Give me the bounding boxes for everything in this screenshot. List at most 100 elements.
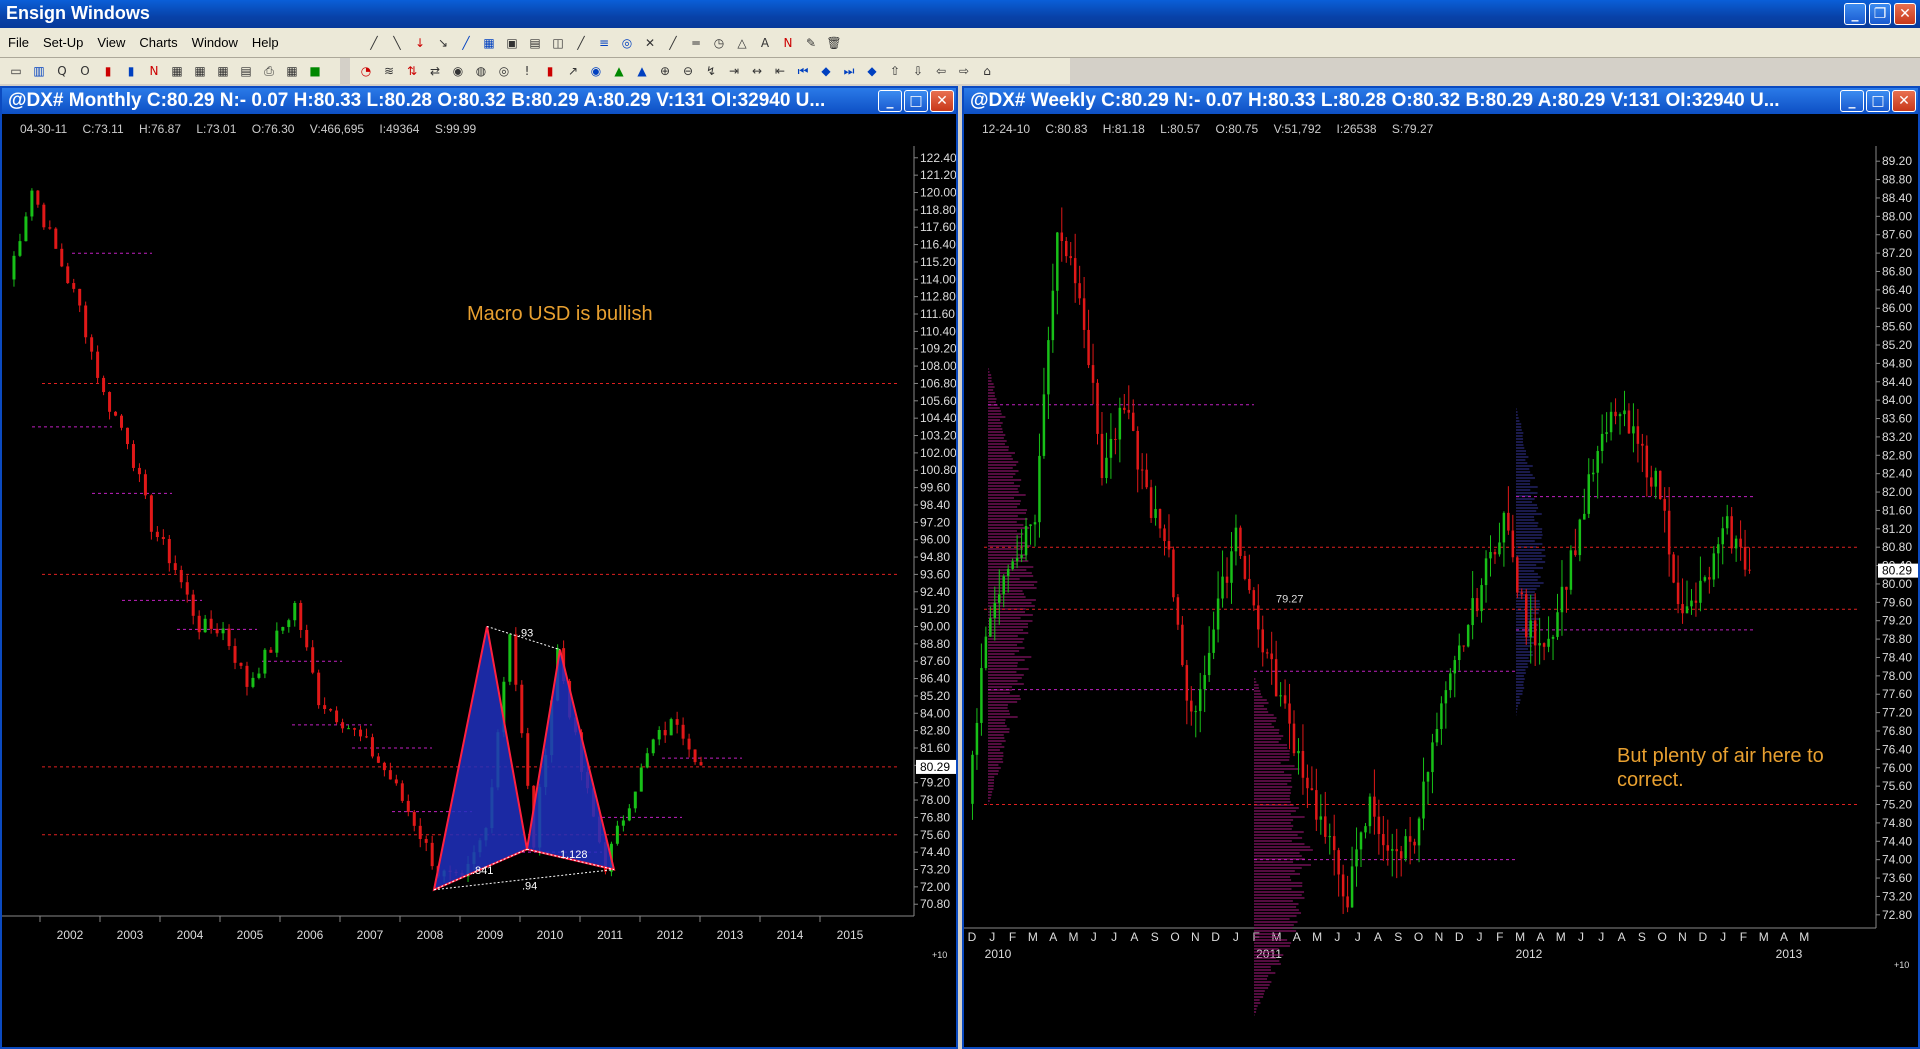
candle-body xyxy=(1694,600,1698,603)
chart-tool-0-icon[interactable]: ▭ xyxy=(6,61,26,81)
menu-file[interactable]: File xyxy=(8,35,29,50)
study-tool-25-icon[interactable]: ⇦ xyxy=(931,61,951,81)
study-tool-7-icon[interactable]: ! xyxy=(517,61,537,81)
chart-minimize-button[interactable]: _ xyxy=(878,90,902,112)
candle-body xyxy=(66,266,70,284)
menu-window[interactable]: Window xyxy=(192,35,238,50)
study-tool-6-icon[interactable]: ◎ xyxy=(494,61,514,81)
study-tool-8-icon[interactable]: ▮ xyxy=(540,61,560,81)
chart-maximize-button[interactable]: □ xyxy=(1866,90,1890,112)
chart-minimize-button[interactable]: _ xyxy=(1840,90,1864,112)
chart-tool-9-icon[interactable]: ▦ xyxy=(213,61,233,81)
draw-tool-19-icon[interactable]: ✎ xyxy=(801,33,821,53)
draw-tool-14-icon[interactable]: ═ xyxy=(686,33,706,53)
month-label: S xyxy=(1394,930,1402,944)
study-tool-16-icon[interactable]: ⇥ xyxy=(724,61,744,81)
chart-tool-11-icon[interactable]: ⎙ xyxy=(259,61,279,81)
candle-body xyxy=(1337,850,1340,875)
restore-button[interactable]: ❐ xyxy=(1869,3,1891,25)
draw-tool-15-icon[interactable]: ◷ xyxy=(709,33,729,53)
candle-body xyxy=(1257,605,1260,630)
chart-tool-5-icon[interactable]: ▮ xyxy=(121,61,141,81)
chart-tool-8-icon[interactable]: ▦ xyxy=(190,61,210,81)
draw-tool-17-icon[interactable]: A xyxy=(755,33,775,53)
draw-tool-16-icon[interactable]: △ xyxy=(732,33,752,53)
chart-tool-1-icon[interactable]: ▥ xyxy=(29,61,49,81)
y-tick-label: 109.20 xyxy=(920,342,956,356)
month-label: F xyxy=(1740,930,1747,944)
study-tool-1-icon[interactable]: ≋ xyxy=(379,61,399,81)
chart-tool-10-icon[interactable]: ▤ xyxy=(236,61,256,81)
draw-tool-8-icon[interactable]: ◫ xyxy=(548,33,568,53)
draw-tool-20-icon[interactable]: 🗑 xyxy=(824,33,844,53)
air-annotation-line-2: correct. xyxy=(1617,769,1684,791)
study-tool-27-icon[interactable]: ⌂ xyxy=(977,61,997,81)
study-tool-0-icon[interactable]: ◔ xyxy=(356,61,376,81)
study-tool-15-icon[interactable]: ↯ xyxy=(701,61,721,81)
chart-maximize-button[interactable]: □ xyxy=(904,90,928,112)
study-tool-20-icon[interactable]: ◆ xyxy=(816,61,836,81)
study-tool-22-icon[interactable]: ◆ xyxy=(862,61,882,81)
chart-tool-6-icon[interactable]: N xyxy=(144,61,164,81)
draw-tool-9-icon[interactable]: ╱ xyxy=(571,33,591,53)
draw-tool-12-icon[interactable]: ✕ xyxy=(640,33,660,53)
monthly-price-chart[interactable]: 122.40 121.20 120.00 118.80 117.60 116.40 115.… xyxy=(2,116,956,1046)
close-button[interactable]: ✕ xyxy=(1894,3,1916,25)
study-tool-18-icon[interactable]: ⇤ xyxy=(770,61,790,81)
menu-charts[interactable]: Charts xyxy=(139,35,177,50)
draw-tool-4-icon[interactable]: ╱ xyxy=(456,33,476,53)
draw-tool-1-icon[interactable]: ╲ xyxy=(387,33,407,53)
study-tool-3-icon[interactable]: ⇄ xyxy=(425,61,445,81)
menu-setup[interactable]: Set-Up xyxy=(43,35,83,50)
y-tick-label: 118.80 xyxy=(920,203,956,217)
minimize-button[interactable]: _ xyxy=(1844,3,1866,25)
study-tool-4-icon[interactable]: ◉ xyxy=(448,61,468,81)
month-label: A xyxy=(1618,930,1626,944)
study-tool-23-icon[interactable]: ⇧ xyxy=(885,61,905,81)
draw-tool-5-icon[interactable]: ▦ xyxy=(479,33,499,53)
draw-tool-10-icon[interactable]: ≡ xyxy=(594,33,614,53)
study-tool-14-icon[interactable]: ⊖ xyxy=(678,61,698,81)
candle-body xyxy=(1038,455,1041,523)
chart-close-button[interactable]: ✕ xyxy=(1892,90,1916,112)
monthly-chart-title[interactable]: @DX# Monthly C:80.29 N:- 0.07 H:80.33 L:… xyxy=(2,88,956,114)
candle-body xyxy=(1551,636,1555,639)
study-tool-13-icon[interactable]: ⊕ xyxy=(655,61,675,81)
chart-tool-13-icon[interactable]: ■ xyxy=(305,61,325,81)
study-tool-5-icon[interactable]: ◍ xyxy=(471,61,491,81)
weekly-price-chart[interactable]: 89.20 88.80 88.40 88.00 87.60 87.20 86.80 86.40… xyxy=(964,116,1918,1046)
menu-help[interactable]: Help xyxy=(252,35,279,50)
draw-tool-6-icon[interactable]: ▣ xyxy=(502,33,522,53)
candle-body xyxy=(1739,538,1742,547)
menu-view[interactable]: View xyxy=(97,35,125,50)
study-tool-2-icon[interactable]: ⇅ xyxy=(402,61,422,81)
study-tool-21-icon[interactable]: ⏭ xyxy=(839,61,859,81)
draw-tool-13-icon[interactable]: ╱ xyxy=(663,33,683,53)
chart-tool-7-icon[interactable]: ▦ xyxy=(167,61,187,81)
weekly-chart-title[interactable]: @DX# Weekly C:80.29 N:- 0.07 H:80.33 L:8… xyxy=(964,88,1918,114)
draw-tool-3-icon[interactable]: ↘ xyxy=(433,33,453,53)
weekly-chart-window[interactable]: @DX# Weekly C:80.29 N:- 0.07 H:80.33 L:8… xyxy=(962,86,1920,1049)
study-tool-24-icon[interactable]: ⇩ xyxy=(908,61,928,81)
title-bar[interactable]: Ensign Windows _ ❐ ✕ xyxy=(0,0,1920,28)
chart-close-button[interactable]: ✕ xyxy=(930,90,954,112)
candle-body xyxy=(1685,606,1689,614)
draw-tool-7-icon[interactable]: ▤ xyxy=(525,33,545,53)
draw-tool-11-icon[interactable]: ◎ xyxy=(617,33,637,53)
candle-body xyxy=(353,728,357,730)
draw-tool-2-icon[interactable]: ↓ xyxy=(410,33,430,53)
chart-tool-4-icon[interactable]: ▮ xyxy=(98,61,118,81)
study-tool-26-icon[interactable]: ⇨ xyxy=(954,61,974,81)
chart-tool-2-icon[interactable]: Q xyxy=(52,61,72,81)
chart-tool-12-icon[interactable]: ▦ xyxy=(282,61,302,81)
study-tool-17-icon[interactable]: ↔ xyxy=(747,61,767,81)
study-tool-19-icon[interactable]: ⏮ xyxy=(793,61,813,81)
study-tool-11-icon[interactable]: ▲ xyxy=(609,61,629,81)
draw-tool-18-icon[interactable]: N xyxy=(778,33,798,53)
chart-tool-3-icon[interactable]: O xyxy=(75,61,95,81)
monthly-chart-window[interactable]: @DX# Monthly C:80.29 N:- 0.07 H:80.33 L:… xyxy=(0,86,958,1049)
study-tool-12-icon[interactable]: ▲ xyxy=(632,61,652,81)
draw-tool-0-icon[interactable]: ╱ xyxy=(364,33,384,53)
study-tool-9-icon[interactable]: ↗ xyxy=(563,61,583,81)
study-tool-10-icon[interactable]: ◉ xyxy=(586,61,606,81)
